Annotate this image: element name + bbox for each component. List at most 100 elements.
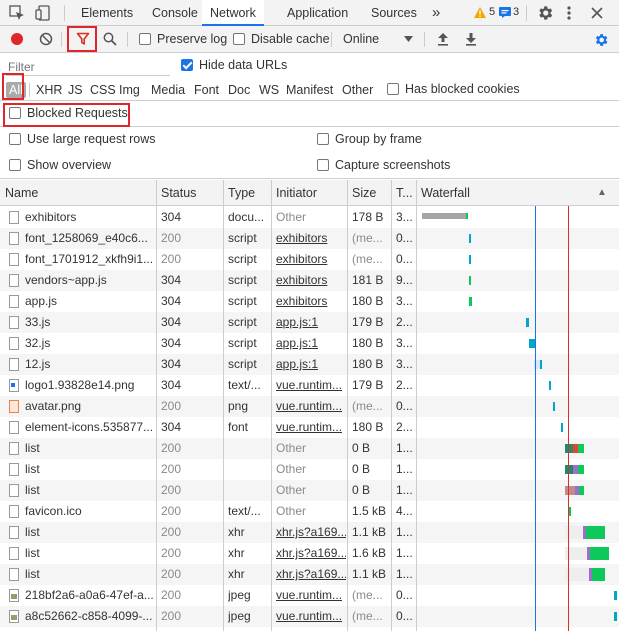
table-row[interactable]: font_1258069_e40c6... 200 script exhibitors…: [0, 228, 619, 249]
table-row[interactable]: font_1701912_xkfh9i1... 200 script exhibito…: [0, 249, 619, 270]
search-button[interactable]: [100, 29, 120, 49]
capture-screenshots-checkbox[interactable]: [317, 159, 329, 171]
blocked-requests-label[interactable]: Blocked Requests: [27, 106, 128, 120]
table-row[interactable]: list 200 Other 0 B 1...: [0, 438, 619, 459]
request-initiator[interactable]: app.js:1: [276, 354, 346, 375]
messages-count[interactable]: 3: [513, 6, 519, 18]
message-icon[interactable]: [499, 7, 511, 18]
table-row[interactable]: list 200 xhr xhr.js?a169... 1.1 kB 1...: [0, 522, 619, 543]
request-initiator[interactable]: exhibitors: [276, 228, 346, 249]
type-filter-media[interactable]: Media: [151, 82, 185, 98]
type-filter-css[interactable]: CSS: [90, 82, 116, 98]
show-overview-label[interactable]: Show overview: [27, 158, 111, 172]
group-by-frame-checkbox[interactable]: [317, 133, 329, 145]
capture-screenshots-label[interactable]: Capture screenshots: [335, 158, 450, 172]
table-row[interactable]: 12.js 304 script app.js:1 180 B 3...: [0, 354, 619, 375]
type-filter-doc[interactable]: Doc: [228, 82, 250, 98]
table-row[interactable]: app.js 304 script exhibitors 180 B 3...: [0, 291, 619, 312]
hide-data-urls-checkbox[interactable]: [181, 59, 193, 71]
large-rows-label[interactable]: Use large request rows: [27, 132, 156, 146]
request-initiator[interactable]: vue.runtim...: [276, 606, 346, 627]
preserve-log-checkbox[interactable]: [139, 33, 151, 45]
column-header-waterfall[interactable]: Waterfall: [416, 180, 470, 206]
request-name: 218bf2a6-a0a6-47ef-a...: [25, 588, 154, 602]
column-header-name[interactable]: Name: [0, 180, 38, 206]
table-row[interactable]: vendors~app.js 304 script exhibitors 181 B 9.…: [0, 270, 619, 291]
column-header-status[interactable]: Status: [156, 180, 196, 206]
table-row[interactable]: element-icons.535877... 304 font vue.runtim…: [0, 417, 619, 438]
blocked-requests-checkbox[interactable]: [9, 107, 21, 119]
request-initiator[interactable]: xhr.js?a169...: [276, 522, 346, 543]
preserve-log-label[interactable]: Preserve log: [157, 32, 227, 46]
has-blocked-cookies-label[interactable]: Has blocked cookies: [405, 82, 520, 96]
close-devtools-icon[interactable]: [590, 6, 604, 20]
table-row[interactable]: 32.js 304 script app.js:1 180 B 3...: [0, 333, 619, 354]
request-initiator[interactable]: vue.runtim...: [276, 417, 346, 438]
sort-ascending-icon[interactable]: ▲: [592, 180, 607, 206]
type-filter-img[interactable]: Img: [119, 82, 140, 98]
warning-icon[interactable]: [474, 7, 486, 18]
table-row[interactable]: list 200 Other 0 B 1...: [0, 459, 619, 480]
group-by-frame-label[interactable]: Group by frame: [335, 132, 422, 146]
request-initiator[interactable]: vue.runtim...: [276, 396, 346, 417]
table-row[interactable]: exhibitors 304 docu... Other 178 B 3...: [0, 207, 619, 228]
request-initiator[interactable]: app.js:1: [276, 312, 346, 333]
clear-button[interactable]: [36, 29, 56, 49]
more-options-icon[interactable]: [566, 5, 572, 21]
table-row[interactable]: list 200 xhr xhr.js?a169... 1.6 kB 1...: [0, 543, 619, 564]
filter-toggle-button[interactable]: [73, 29, 93, 49]
tab-console[interactable]: Console: [152, 0, 198, 26]
table-row[interactable]: list 200 xhr xhr.js?a169... 1.1 kB 1...: [0, 564, 619, 585]
has-blocked-cookies-checkbox[interactable]: [387, 83, 399, 95]
record-button[interactable]: [7, 29, 27, 49]
request-initiator[interactable]: vue.runtim...: [276, 375, 346, 396]
tab-elements[interactable]: Elements: [81, 0, 133, 26]
type-filter-font[interactable]: Font: [194, 82, 219, 98]
request-name: list: [25, 546, 40, 560]
disable-cache-checkbox[interactable]: [233, 33, 245, 45]
table-row[interactable]: a8c52662-c858-4099-... 200 jpeg vue.runtim.…: [0, 606, 619, 627]
large-rows-checkbox[interactable]: [9, 133, 21, 145]
request-initiator[interactable]: vue.runtim...: [276, 585, 346, 606]
device-toolbar-icon[interactable]: [34, 4, 52, 22]
table-row[interactable]: avatar.png 200 png vue.runtim... (me... 0...: [0, 396, 619, 417]
column-header-time[interactable]: T...: [391, 180, 413, 206]
tab-application[interactable]: Application: [287, 0, 348, 26]
type-filter-js[interactable]: JS: [68, 82, 83, 98]
more-tabs-button[interactable]: »: [432, 0, 440, 26]
filter-input[interactable]: [6, 58, 170, 76]
waterfall-bar: [469, 234, 471, 243]
column-header-initiator[interactable]: Initiator: [271, 180, 317, 206]
type-filter-all[interactable]: All: [6, 82, 26, 98]
column-header-type[interactable]: Type: [223, 180, 255, 206]
request-initiator[interactable]: exhibitors: [276, 249, 346, 270]
table-row[interactable]: list 200 Other 0 B 1...: [0, 480, 619, 501]
request-initiator[interactable]: xhr.js?a169...: [276, 564, 346, 585]
request-size: 1.1 kB: [352, 567, 387, 581]
request-initiator[interactable]: xhr.js?a169...: [276, 543, 346, 564]
disable-cache-label[interactable]: Disable cache: [251, 32, 330, 46]
table-row[interactable]: favicon.ico 200 text/... Other 1.5 kB 4...: [0, 501, 619, 522]
throttling-select[interactable]: Online: [338, 29, 418, 49]
table-row[interactable]: 33.js 304 script app.js:1 179 B 2...: [0, 312, 619, 333]
column-header-size[interactable]: Size: [347, 180, 376, 206]
table-row[interactable]: 218bf2a6-a0a6-47ef-a... 200 jpeg vue.runtim…: [0, 585, 619, 606]
type-filter-manifest[interactable]: Manifest: [286, 82, 333, 98]
export-har-button[interactable]: [461, 29, 481, 49]
type-filter-xhr[interactable]: XHR: [36, 82, 62, 98]
request-initiator[interactable]: app.js:1: [276, 333, 346, 354]
type-filter-ws[interactable]: WS: [259, 82, 279, 98]
type-filter-other[interactable]: Other: [342, 82, 373, 98]
table-row[interactable]: logo1.93828e14.png 304 text/... vue.runtim.…: [0, 375, 619, 396]
request-initiator[interactable]: exhibitors: [276, 291, 346, 312]
tab-network[interactable]: Network: [202, 0, 264, 26]
inspect-element-icon[interactable]: [8, 4, 26, 22]
settings-gear-icon[interactable]: [536, 4, 554, 22]
hide-data-urls-label[interactable]: Hide data URLs: [199, 58, 287, 72]
import-har-button[interactable]: [433, 29, 453, 49]
tab-sources[interactable]: Sources: [371, 0, 417, 26]
warnings-count[interactable]: 5: [489, 6, 495, 18]
network-settings-gear-icon[interactable]: [593, 32, 609, 48]
show-overview-checkbox[interactable]: [9, 159, 21, 171]
request-initiator[interactable]: exhibitors: [276, 270, 346, 291]
